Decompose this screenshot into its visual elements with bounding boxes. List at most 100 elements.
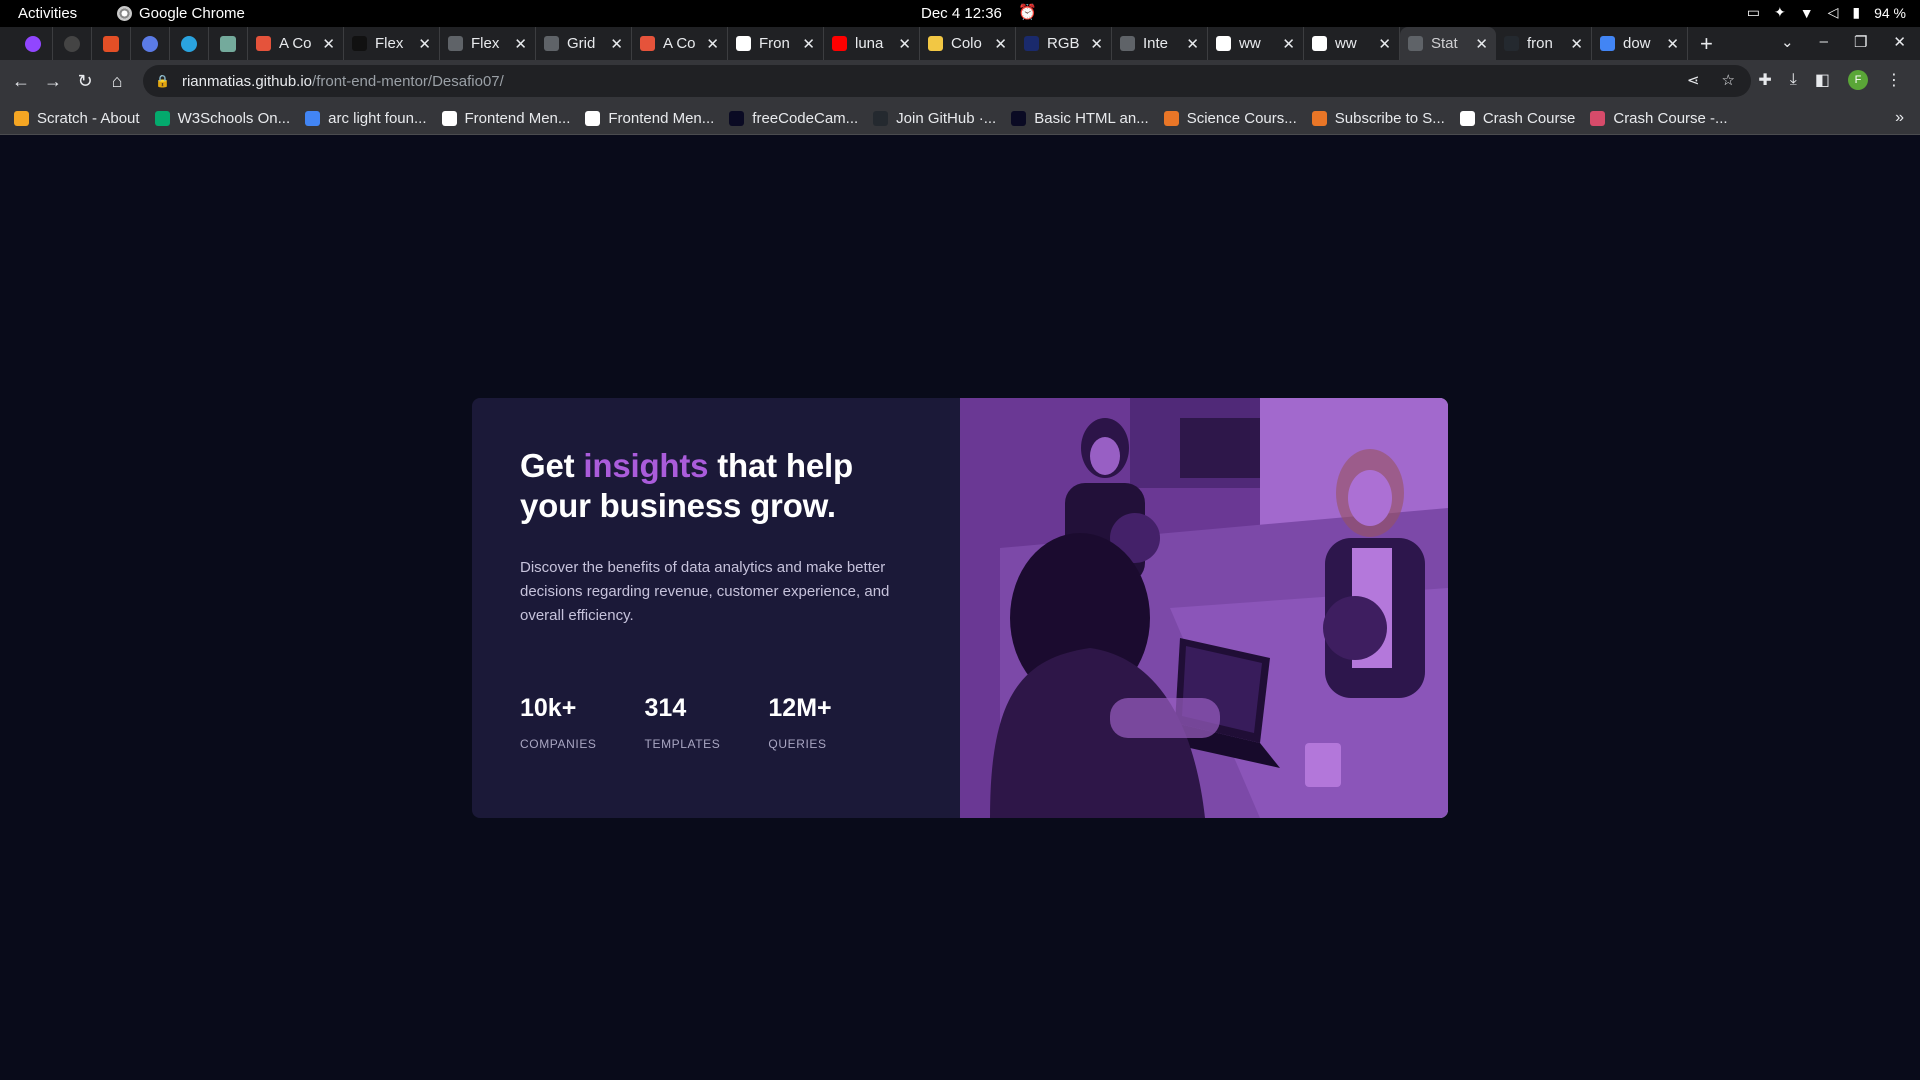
system-tray[interactable]: ▭ ✦ ▼ ◁ ▮ 94 % [1747,4,1906,21]
close-tab-icon[interactable]: ✕ [706,35,719,53]
stat-label: Templates [644,737,721,751]
bookmarks-bar: Scratch - About W3Schools On... arc light … [0,102,1920,135]
tab-title: A Co [663,35,696,52]
new-tab-button[interactable]: + [1700,31,1713,57]
bookmark-label: W3Schools On... [177,109,291,127]
close-tab-icon[interactable]: ✕ [1570,35,1583,53]
reload-icon[interactable]: ↻ [69,71,101,92]
bookmark-label: Join GitHub ·... [896,109,997,127]
browser-tab[interactable]: Fron ✕ [728,27,824,60]
browser-tab[interactable]: fron ✕ [1496,27,1592,60]
bookmark-item[interactable]: Basic HTML an... [1011,110,1149,127]
headline-start: Get [520,447,584,484]
close-tab-icon[interactable]: ✕ [1475,35,1488,53]
browser-tab[interactable]: Flex ✕ [440,27,536,60]
share-icon[interactable]: ⋖ [1687,71,1700,89]
back-icon[interactable]: ← [5,71,37,92]
side-panel-icon[interactable]: ◧ [1815,70,1830,90]
stat-label: Companies [520,737,597,751]
browser-tab[interactable]: A Co ✕ [248,27,344,60]
photo-tint [960,398,1448,818]
profile-avatar[interactable]: F [1848,70,1868,90]
telegram-icon [181,35,197,52]
toolbar-extensions: ✚ ⤓ ◧ F ⋮ [1758,70,1902,90]
bookmark-item[interactable]: Science Cours... [1163,110,1297,127]
close-tab-icon[interactable]: ✕ [610,35,623,53]
minimize-icon[interactable]: – [1820,33,1828,51]
pinned-tab[interactable] [92,27,131,60]
close-tab-icon[interactable]: ✕ [418,35,431,53]
bookmark-item[interactable]: Frontend Men... [441,109,571,127]
bookmark-item[interactable]: freeCodeCam... [729,110,858,127]
tab-title: Fron [759,35,790,52]
bookmark-favicon-icon [1011,110,1027,126]
browser-tab[interactable]: ww ✕ [1304,27,1400,60]
browser-tab[interactable]: Stat ✕ [1400,27,1496,60]
forward-icon[interactable]: → [37,71,69,92]
menu-icon[interactable]: ⋮ [1886,70,1902,90]
address-bar[interactable]: 🔒 rianmatias.github.io/front-end-mentor/… [143,65,1751,97]
bookmark-favicon-icon [1311,110,1327,126]
bookmark-star-icon[interactable]: ☆ [1722,71,1735,89]
bookmark-item[interactable]: Scratch - About [14,110,140,127]
close-tab-icon[interactable]: ✕ [1090,35,1103,53]
close-tab-icon[interactable]: ✕ [322,35,335,53]
bookmark-item[interactable]: Subscribe to S... [1311,110,1445,127]
pinned-tab[interactable] [209,27,248,60]
bookmark-item[interactable]: Crash Course [1459,110,1575,127]
browser-tab[interactable]: ww ✕ [1208,27,1304,60]
pinned-tab[interactable] [170,27,209,60]
browser-tab[interactable]: Grid ✕ [536,27,632,60]
lock-icon[interactable]: 🔒 [155,74,170,88]
omnibox-actions: ⋖ ☆ [1687,71,1735,89]
close-window-icon[interactable]: ✕ [1893,33,1906,51]
close-tab-icon[interactable]: ✕ [802,35,815,53]
restore-icon[interactable]: ❐ [1854,33,1867,51]
browser-tab[interactable]: dow ✕ [1592,27,1688,60]
tab-favicon-icon [640,36,655,51]
bookmark-label: Frontend Men... [464,109,571,127]
more-bookmarks-icon[interactable]: » [1895,109,1904,127]
close-tab-icon[interactable]: ✕ [514,35,527,53]
tab-title: ww [1335,35,1357,52]
close-tab-icon[interactable]: ✕ [898,35,911,53]
bookmark-item[interactable]: Crash Course -... [1590,110,1728,127]
close-tab-icon[interactable]: ✕ [1666,35,1679,53]
close-tab-icon[interactable]: ✕ [994,35,1007,53]
tab-strip: A Co ✕ Flex ✕ Flex ✕ Grid ✕ A Co ✕ Fron ✕ luna ✕ Colo ✕… [0,27,1920,60]
bookmark-item[interactable]: Join GitHub ·... [873,110,996,127]
extensions-icon[interactable]: ✚ [1758,70,1771,90]
browser-tab[interactable]: luna ✕ [824,27,920,60]
battery-icon: ▮ [1852,4,1861,20]
browser-tab[interactable]: Flex ✕ [344,27,440,60]
close-tab-icon[interactable]: ✕ [1378,35,1391,53]
alarm-icon: ⏰ [1018,4,1037,21]
tab-favicon-icon [736,36,751,51]
html-icon [103,35,119,52]
url-host: rianmatias.github.io [181,72,313,90]
browser-tab[interactable]: Colo ✕ [920,27,1016,60]
stat-value: 314 [644,694,687,722]
browser-tab[interactable]: Inte ✕ [1112,27,1208,60]
bookmark-item[interactable]: Frontend Men... [585,110,714,127]
stat-queries: 12M+ Queries [768,694,831,751]
stat-label: Queries [768,737,827,751]
pinned-tab[interactable] [14,27,53,60]
activities-button[interactable]: Activities [18,5,77,22]
close-tab-icon[interactable]: ✕ [1282,35,1295,53]
bookmark-item[interactable]: arc light foun... [305,110,427,127]
bookmark-item[interactable]: W3Schools On... [154,109,291,127]
browser-tab[interactable]: RGB ✕ [1016,27,1112,60]
app-menu[interactable]: Google Chrome [117,5,245,22]
tab-title: luna [855,35,884,52]
tab-favicon-icon [1216,36,1231,51]
tab-search-icon[interactable]: ⌄ [1781,33,1794,51]
pinned-tab[interactable] [53,27,92,60]
navigation-bar: ← → ↻ ⌂ 🔒 rianmatias.github.io/front-end… [0,60,1920,102]
clock[interactable]: Dec 4 12:36 [921,5,1002,22]
browser-tab[interactable]: A Co ✕ [632,27,728,60]
home-icon[interactable]: ⌂ [101,71,133,92]
pinned-tab[interactable] [131,27,170,60]
download-icon[interactable]: ⤓ [1790,71,1797,89]
close-tab-icon[interactable]: ✕ [1186,35,1199,53]
